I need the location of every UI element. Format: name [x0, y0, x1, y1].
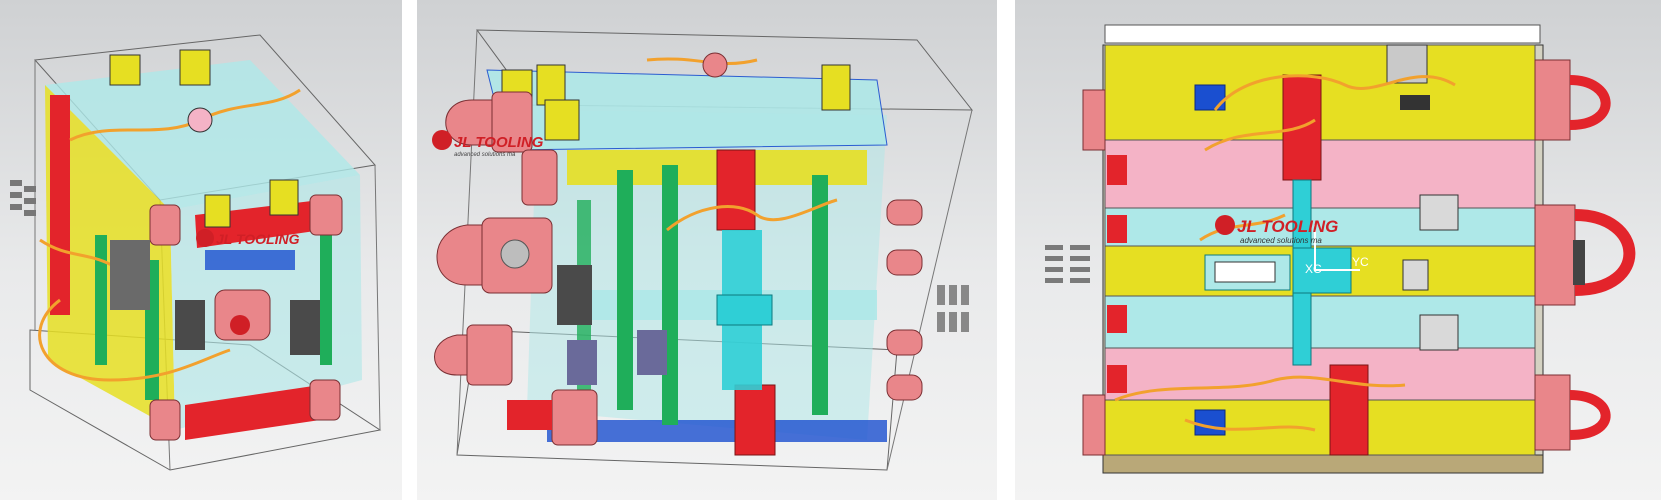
brand-tagline: advanced solutions ma — [454, 152, 516, 158]
brand-logo-text: JL TOOLING — [216, 231, 300, 247]
isometric-view-right: JL TOOLING advanced solutions ma — [417, 0, 997, 500]
brand-tagline: advanced solutions ma — [1240, 236, 1322, 245]
mold-assembly-isometric-left: JL TOOLING — [10, 34, 382, 471]
mold-assembly-isometric-right: JL TOOLING advanced solutions ma — [432, 29, 974, 471]
mold-assembly-top-view: XC YC JL TOOLING advanced solutions ma — [1045, 24, 1636, 474]
axis-x-label: XC — [1305, 262, 1322, 276]
axis-y-label: YC — [1352, 255, 1369, 269]
isometric-view-left: JL TOOLING — [0, 0, 402, 500]
brand-logo-text: JL TOOLING — [454, 134, 544, 151]
brand-logo-text: JL TOOLING — [1237, 217, 1338, 236]
top-view: XC YC JL TOOLING advanced solutions ma — [1015, 0, 1661, 500]
